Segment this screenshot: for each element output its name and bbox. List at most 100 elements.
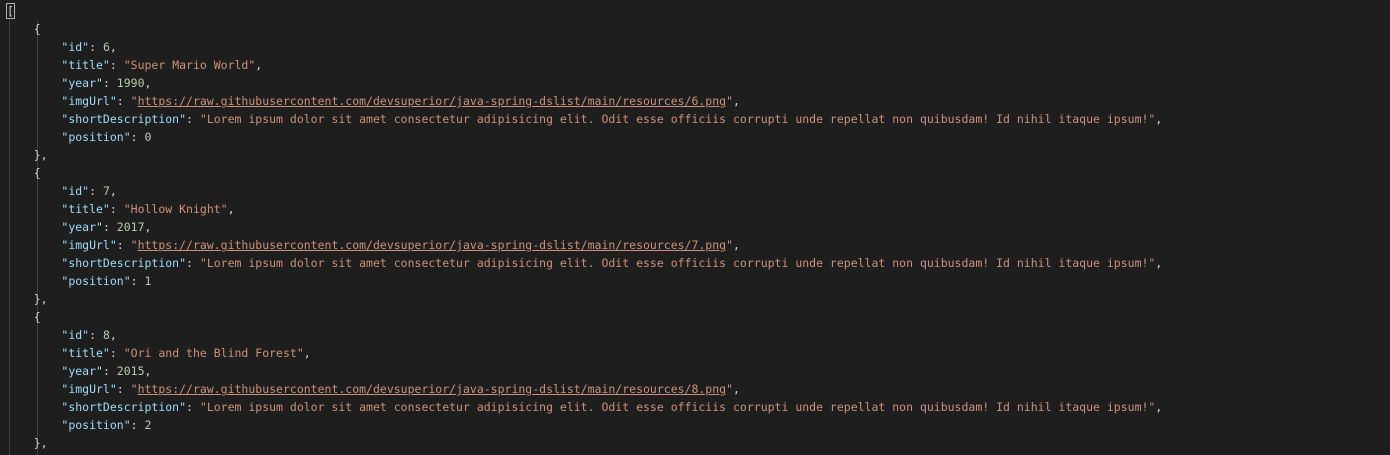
quote: " [199,400,207,414]
json-field-year: "year": 1990, [6,74,151,92]
comma: , [1155,256,1163,270]
comma: , [1155,112,1163,126]
json-field-imgUrl: "imgUrl": "https://raw.githubusercontent… [6,92,740,110]
json-field-shortDescription: "shortDescription": "Lorem ipsum dolor s… [6,254,1162,272]
quote: " [130,94,138,108]
json-value-position: 0 [144,130,152,144]
json-key-id: "id" [61,40,90,54]
object-close-brace: }, [6,292,48,306]
json-value-id: 7 [102,184,110,198]
colon: : [116,382,131,396]
json-key-position: "position" [61,274,131,288]
json-key-shortDescription: "shortDescription" [61,400,187,414]
json-value-position: 1 [144,274,152,288]
colon: : [130,130,145,144]
colon: : [109,58,124,72]
json-key-year: "year" [61,364,103,378]
json-key-shortDescription: "shortDescription" [61,256,187,270]
json-value-title: Ori and the Blind Forest [130,346,297,360]
comma: , [733,238,740,252]
object-close-line: }, [6,146,48,164]
comma: , [109,328,117,342]
json-key-imgUrl: "imgUrl" [61,238,117,252]
json-field-shortDescription: "shortDescription": "Lorem ipsum dolor s… [6,398,1162,416]
json-value-title: Hollow Knight [130,202,221,216]
colon: : [109,346,124,360]
quote: " [726,238,734,252]
object-open-line: { [6,308,41,326]
json-key-title: "title" [61,58,110,72]
colon: : [130,418,145,432]
comma: , [255,58,263,72]
json-key-position: "position" [61,130,131,144]
object-close-brace: }, [6,436,48,450]
json-key-title: "title" [61,346,110,360]
json-value-shortDescription: Lorem ipsum dolor sit amet consectetur a… [206,112,1149,126]
root-open-line: [ [6,2,15,20]
image-url-link[interactable]: https://raw.githubusercontent.com/devsup… [138,238,727,252]
comma: , [733,382,740,396]
comma: , [109,184,117,198]
json-field-position: "position": 2 [6,416,151,434]
json-editor[interactable]: [ { "id": 6, "title": "Super Mario World… [0,0,1390,455]
image-url-link[interactable]: https://raw.githubusercontent.com/devsup… [138,382,727,396]
quote: " [199,112,207,126]
colon: : [116,238,131,252]
object-open-brace: { [6,166,41,180]
colon: : [130,274,145,288]
json-key-title: "title" [61,202,110,216]
json-value-id: 6 [102,40,110,54]
json-field-title: "title": "Super Mario World", [6,56,262,74]
comma: , [1155,400,1163,414]
object-close-brace: }, [6,148,48,162]
quote: " [130,382,138,396]
json-value-year: 1990 [116,76,145,90]
comma: , [144,364,152,378]
comma: , [227,202,235,216]
quote: " [123,346,131,360]
quote: " [726,382,734,396]
json-value-id: 8 [102,328,110,342]
json-key-shortDescription: "shortDescription" [61,112,187,126]
colon: : [102,220,117,234]
colon: : [102,364,117,378]
object-close-line: }, [6,434,48,452]
colon: : [186,112,200,126]
quote: " [199,256,207,270]
quote: " [123,202,131,216]
json-field-shortDescription: "shortDescription": "Lorem ipsum dolor s… [6,110,1162,128]
quote: " [130,238,138,252]
json-key-imgUrl: "imgUrl" [61,94,117,108]
comma: , [109,40,117,54]
json-key-imgUrl: "imgUrl" [61,382,117,396]
object-open-line: { [6,20,41,38]
quote: " [296,346,304,360]
image-url-link[interactable]: https://raw.githubusercontent.com/devsup… [138,94,727,108]
json-field-title: "title": "Ori and the Blind Forest", [6,344,310,362]
quote: " [726,94,734,108]
object-open-brace: { [6,310,41,324]
quote: " [123,58,131,72]
json-value-shortDescription: Lorem ipsum dolor sit amet consectetur a… [206,256,1149,270]
colon: : [89,184,103,198]
json-field-id: "id": 6, [6,38,117,56]
json-key-id: "id" [61,328,90,342]
json-key-position: "position" [61,418,131,432]
object-close-line: }, [6,290,48,308]
root-open-bracket: [ [6,3,15,19]
